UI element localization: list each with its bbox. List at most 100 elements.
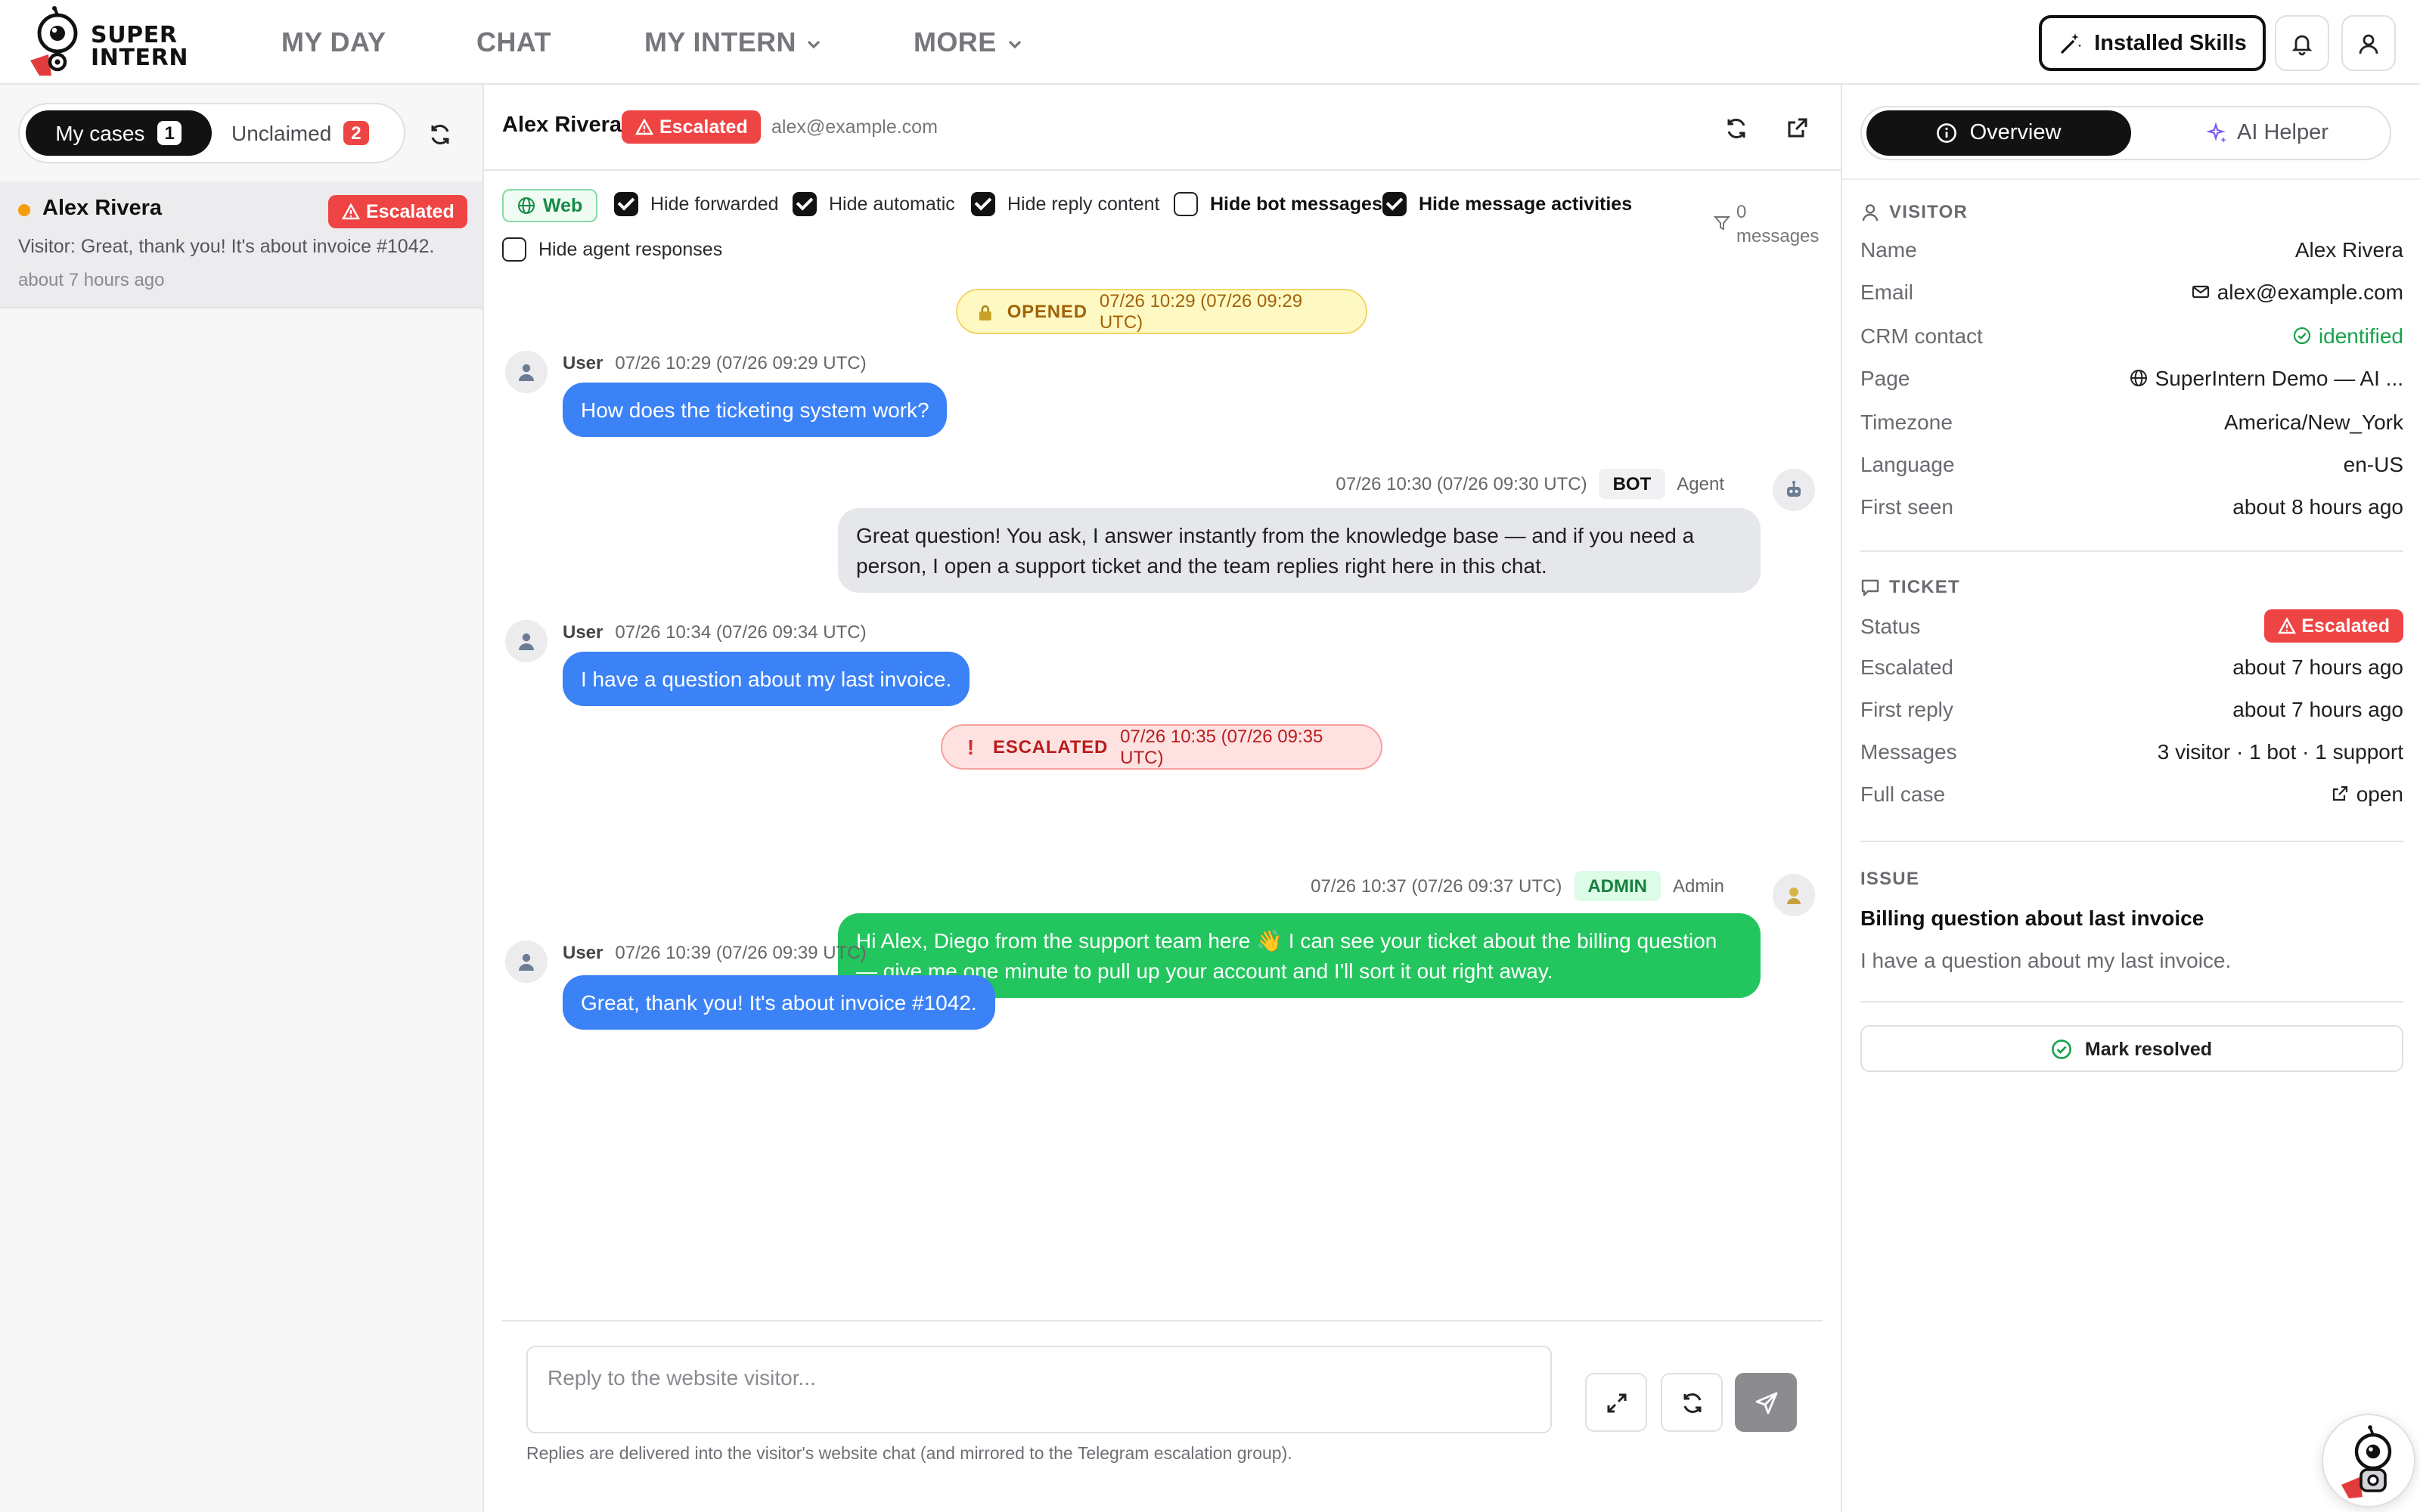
- status-badge-label: Escalated: [366, 201, 455, 222]
- filter-label: Hide automatic: [829, 194, 955, 215]
- agent-avatar-icon: [1787, 888, 1801, 904]
- info-icon: [1937, 123, 1957, 143]
- field-key: First seen: [1860, 494, 1953, 519]
- ticket-full-case-row: Full case open: [1860, 782, 2403, 806]
- tab-my-cases[interactable]: My cases 1: [26, 110, 212, 156]
- tab-unclaimed[interactable]: Unclaimed 2: [231, 110, 369, 156]
- field-value: about 7 hours ago: [2232, 697, 2403, 721]
- visitor-page-row: Page SuperIntern Demo — AI ...: [1860, 366, 2403, 390]
- status-badge-label: Escalated: [659, 116, 748, 138]
- warning-icon: [635, 118, 653, 135]
- status-badge: Escalated: [328, 195, 468, 228]
- ticket-first-reply-row: First reply about 7 hours ago: [1860, 697, 2403, 721]
- case-item[interactable]: Alex Rivera Escalated Visitor: Great, th…: [0, 181, 482, 308]
- field-value: Alex Rivera: [2294, 237, 2403, 262]
- issue-section-title: ISSUE: [1860, 868, 1919, 889]
- field-key: Page: [1860, 366, 1910, 390]
- field-key: Escalated: [1860, 655, 1953, 679]
- tab-ai-helper-label: AI Helper: [2237, 121, 2328, 145]
- message-role: User: [563, 942, 603, 963]
- nav-my-day[interactable]: MY DAY: [281, 27, 386, 59]
- field-key: Email: [1860, 280, 1914, 304]
- case-preview: Visitor: Great, thank you! It's about in…: [18, 236, 435, 257]
- ticket-escalated-row: Escalated about 7 hours ago: [1860, 655, 2403, 679]
- channel-web-pill[interactable]: Web: [502, 189, 598, 222]
- filter-hide-bot-messages[interactable]: Hide bot messages: [1174, 192, 1382, 216]
- refresh-cases-button[interactable]: [424, 118, 457, 151]
- tabs-divider: [1842, 178, 2420, 180]
- unclaimed-count: 2: [343, 121, 369, 145]
- checkbox[interactable]: [1382, 192, 1407, 216]
- refresh-icon: [1683, 1393, 1701, 1412]
- message-role: User: [563, 621, 603, 643]
- status-badge: Escalated: [622, 110, 762, 144]
- nav-more[interactable]: MORE: [914, 27, 1024, 59]
- filter-label: Hide agent responses: [538, 239, 723, 260]
- refresh-icon: [431, 125, 449, 144]
- tab-unclaimed-label: Unclaimed: [231, 121, 332, 145]
- bell-icon: [2291, 34, 2313, 55]
- refresh-chat-button[interactable]: [1720, 112, 1753, 145]
- external-link-icon: [2332, 785, 2347, 801]
- field-value[interactable]: alex@example.com: [2192, 280, 2403, 304]
- check-circle-icon: [2052, 1039, 2072, 1058]
- checkbox[interactable]: [971, 192, 995, 216]
- assistant-launcher[interactable]: [2322, 1414, 2415, 1507]
- chat-visitor-email: alex@example.com: [771, 116, 938, 138]
- bot-tag: BOT: [1599, 469, 1665, 499]
- admin-tag: ADMIN: [1574, 871, 1661, 901]
- message-bubble-user: I have a question about my last invoice.: [563, 652, 970, 706]
- filter-hide-forwarded[interactable]: Hide forwarded: [614, 192, 779, 216]
- field-value: 3 visitor · 1 bot · 1 support: [2157, 739, 2403, 764]
- tab-overview[interactable]: Overview: [1866, 110, 2131, 156]
- robot-mascot-icon: [2341, 1425, 2392, 1498]
- regenerate-button[interactable]: [1661, 1373, 1723, 1432]
- avatar: [1773, 469, 1815, 511]
- filter-hide-reply-content[interactable]: Hide reply content: [971, 192, 1160, 216]
- warning-icon: [2277, 617, 2296, 634]
- profile-button[interactable]: [2341, 15, 2396, 71]
- message-time: 07/26 10:37 (07/26 09:37 UTC): [1311, 875, 1562, 897]
- chevron-down-icon: [1008, 39, 1021, 48]
- filter-icon: [1714, 216, 1730, 231]
- send-button[interactable]: [1735, 1373, 1797, 1432]
- open-full-case-link[interactable]: open: [2331, 782, 2403, 806]
- checkbox[interactable]: [614, 192, 638, 216]
- checkbox[interactable]: [502, 237, 526, 262]
- chat-visitor-name: Alex Rivera: [502, 113, 622, 138]
- mark-resolved-button[interactable]: Mark resolved: [1860, 1025, 2403, 1072]
- field-value[interactable]: SuperIntern Demo — AI ...: [2130, 366, 2403, 390]
- notifications-button[interactable]: [2275, 15, 2329, 71]
- composer-hint: Replies are delivered into the visitor's…: [526, 1445, 1292, 1464]
- filter-hide-automatic[interactable]: Hide automatic: [793, 192, 955, 216]
- refresh-icon: [1727, 119, 1745, 138]
- nav-chat[interactable]: CHAT: [476, 27, 551, 59]
- message-bubble-user: Great, thank you! It's about invoice #10…: [563, 975, 995, 1030]
- checkbox[interactable]: [1174, 192, 1198, 216]
- filter-hide-agent-responses[interactable]: Hide agent responses: [502, 237, 722, 262]
- filter-hide-message-activities[interactable]: Hide message activities: [1382, 192, 1632, 216]
- nav-my-intern[interactable]: MY INTERN: [644, 27, 824, 59]
- section-divider: [1860, 550, 2403, 552]
- filter-label: Hide reply content: [1007, 194, 1160, 215]
- logo[interactable]: SUPER INTERN: [24, 6, 194, 79]
- open-external-button[interactable]: [1780, 112, 1813, 145]
- page-value: SuperIntern Demo — AI ...: [2155, 366, 2403, 390]
- escalated-time: 07/26 10:35 (07/26 09:35 UTC): [1120, 726, 1323, 768]
- expand-button[interactable]: [1585, 1373, 1647, 1432]
- reply-input[interactable]: Reply to the website visitor...: [526, 1346, 1552, 1433]
- field-key: Status: [1860, 614, 1921, 638]
- field-key: Full case: [1860, 782, 1946, 806]
- message-meta: 07/26 10:30 (07/26 09:30 UTC) BOT Agent: [1336, 469, 1724, 499]
- mail-icon: [2192, 285, 2209, 299]
- details-panel: Overview AI Helper VISITOR Name Alex Rive…: [1841, 85, 2420, 1512]
- sparkles-icon: [2207, 122, 2226, 143]
- escalated-label: ESCALATED: [993, 736, 1109, 758]
- message-time: 07/26 10:30 (07/26 09:30 UTC): [1336, 473, 1587, 494]
- installed-skills-button[interactable]: Installed Skills: [2039, 15, 2266, 71]
- message-time: 07/26 10:39 (07/26 09:39 UTC): [615, 942, 867, 963]
- tab-ai-helper[interactable]: AI Helper: [2207, 110, 2328, 156]
- checkbox[interactable]: [793, 192, 817, 216]
- lock-icon: [979, 304, 991, 320]
- tab-my-cases-label: My cases: [55, 121, 145, 145]
